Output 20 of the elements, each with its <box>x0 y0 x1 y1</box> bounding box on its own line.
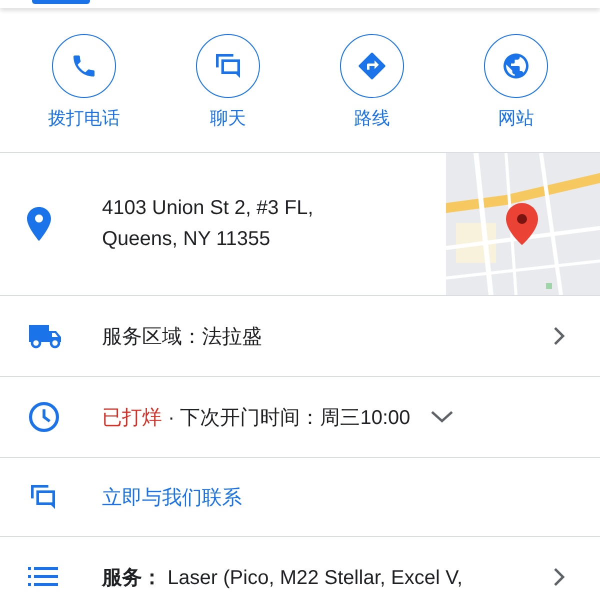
chevron-down-icon[interactable] <box>430 410 454 424</box>
directions-icon <box>357 51 387 81</box>
chevron-right-icon[interactable] <box>552 566 566 588</box>
address-text: 4103 Union St 2, #3 FL, <box>102 197 314 220</box>
info-text: 服务： Laser (Pico, M22 Stellar, Excel V, <box>102 566 463 590</box>
action-button[interactable]: 路线 <box>317 34 427 152</box>
info-text: 服务区域：法拉盛 <box>102 324 262 350</box>
contact-link[interactable]: 立即与我们联系 <box>102 484 242 510</box>
hours-text: · 下次开门时间：周三10:00 <box>168 406 410 430</box>
truck-icon <box>27 322 63 350</box>
tab-indicator <box>32 0 90 4</box>
globe-icon <box>501 51 531 81</box>
location-pin-icon <box>27 207 51 241</box>
action-button[interactable]: 聊天 <box>173 34 283 152</box>
clock-icon <box>27 400 61 434</box>
closed-status: 已打烊 <box>102 406 162 430</box>
chevron-right-icon[interactable] <box>552 325 566 347</box>
address-text: Queens, NY 11355 <box>102 228 272 251</box>
action-button[interactable]: 网站 <box>461 34 571 152</box>
action-button[interactable]: 拨打电话 <box>29 34 139 152</box>
